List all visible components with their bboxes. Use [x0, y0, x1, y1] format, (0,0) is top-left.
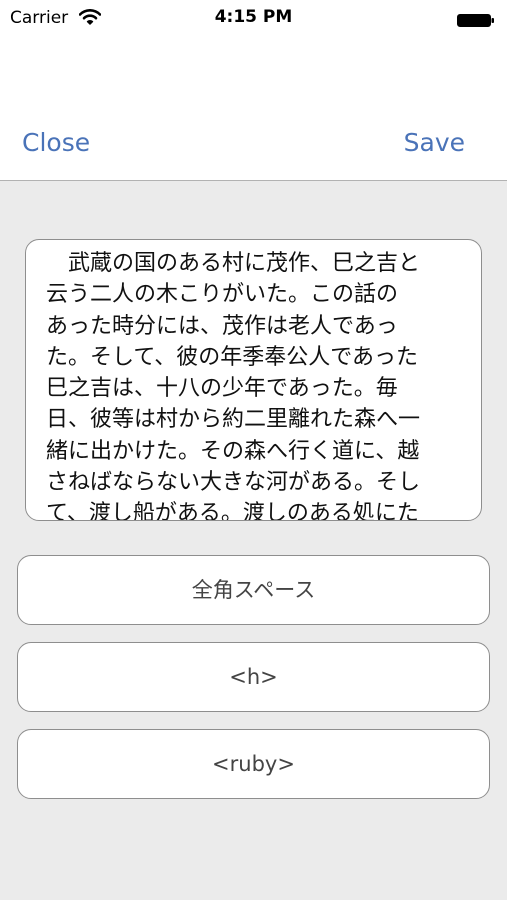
text-line: あった時分には、茂作は老人であっ — [46, 313, 398, 339]
text-line: 巳之吉は、十八の少年であった。毎 — [46, 376, 398, 402]
insert-h-tag-button[interactable]: <h> — [17, 642, 490, 712]
navigation-bar: Close Save — [0, 36, 507, 181]
content-area: 武蔵の国のある村に茂作、巳之吉と 云う二人の木こりがいた。この話の あった時分に… — [0, 181, 507, 900]
text-line: 云う二人の木こりがいた。この話の — [46, 282, 399, 308]
text-line: 緒に出かけた。その森へ行く道に、越 — [46, 438, 420, 464]
close-button[interactable]: Close — [22, 128, 90, 157]
text-line: 日、彼等は村から約二里離れた森へ一 — [46, 407, 421, 433]
text-line: て、渡し船がある。渡しのある処にた — [46, 501, 419, 521]
status-time: 4:15 PM — [214, 7, 293, 27]
battery-icon — [457, 12, 495, 27]
text-line: た。そして、彼の年季奉公人であった — [46, 344, 419, 370]
status-bar: Carrier 4:15 PM — [0, 0, 507, 36]
save-button[interactable]: Save — [404, 128, 465, 157]
text-line: さねばならない大きな河がある。そし — [46, 470, 421, 496]
text-line: 武蔵の国のある村に茂作、巳之吉と — [46, 251, 421, 276]
insert-ruby-tag-button[interactable]: <ruby> — [17, 729, 490, 799]
text-editor[interactable]: 武蔵の国のある村に茂作、巳之吉と 云う二人の木こりがいた。この話の あった時分に… — [25, 239, 482, 521]
insert-fullwidth-space-button[interactable]: 全角スペース — [17, 555, 490, 625]
